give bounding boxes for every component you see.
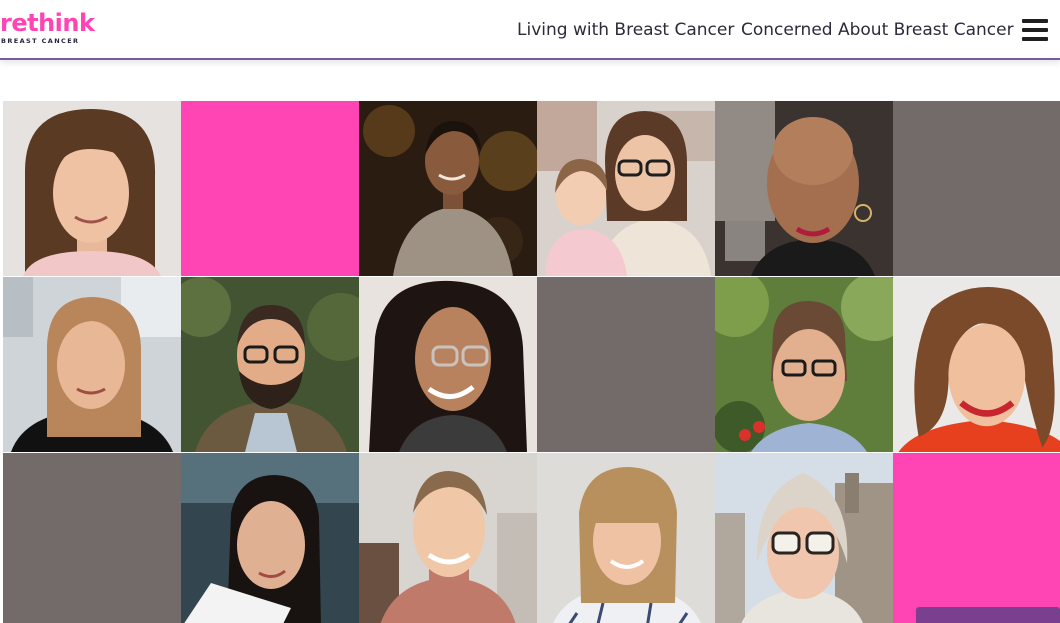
logo-subtitle: BREAST CANCER [1, 37, 80, 45]
portrait-woman-brown-bob [3, 101, 181, 276]
grey-color-block [893, 101, 1060, 276]
grey-color-block [3, 453, 181, 623]
rethink-logo[interactable]: rethink BREAST CANCER [0, 10, 110, 50]
portrait-man-beard-glasses [181, 277, 359, 452]
portrait-tile [359, 101, 537, 276]
nav-link-living-with-breast-cancer[interactable]: Living with Breast Cancer [517, 20, 734, 40]
grey-color-block [537, 277, 715, 452]
floating-action-button[interactable] [916, 607, 1060, 623]
portrait-tile [3, 277, 181, 452]
portrait-woman-bald-earrings [715, 101, 893, 276]
portrait-tile [359, 277, 537, 452]
logo-wordmark: rethink [0, 9, 95, 37]
portrait-woman-bangs-stripes [537, 453, 715, 623]
portrait-woman-curly-red-top [893, 277, 1060, 452]
site-header: rethink BREAST CANCER Living with Breast… [0, 0, 1060, 60]
portrait-tile [3, 101, 181, 276]
portrait-tile [181, 453, 359, 623]
menu-bar [1022, 19, 1048, 23]
portrait-woman-glasses-city [715, 453, 893, 623]
portrait-woman-dark-hair-card [181, 453, 359, 623]
portrait-tile [537, 453, 715, 623]
portrait-tile [181, 277, 359, 452]
portrait-woman-grey-sweater [359, 101, 537, 276]
portrait-woman-blonde-black-top [3, 277, 181, 452]
portrait-tile [715, 277, 893, 452]
portrait-woman-with-child [537, 101, 715, 276]
nav-link-concerned-about-breast-cancer[interactable]: Concerned About Breast Cancer [741, 20, 1014, 40]
hamburger-menu-icon[interactable] [1022, 18, 1048, 42]
pink-color-block [181, 101, 359, 276]
portrait-tile [715, 453, 893, 623]
photo-grid [3, 101, 1060, 623]
portrait-tile [715, 101, 893, 276]
portrait-woman-glasses-long-hair [359, 277, 537, 452]
menu-bar [1022, 37, 1048, 41]
portrait-woman-pink-turtleneck [359, 453, 537, 623]
pink-color-block [893, 453, 1060, 623]
portrait-tile [893, 277, 1060, 452]
menu-bar [1022, 28, 1048, 32]
portrait-woman-glasses-garden [715, 277, 893, 452]
portrait-tile [537, 101, 715, 276]
portrait-tile [359, 453, 537, 623]
